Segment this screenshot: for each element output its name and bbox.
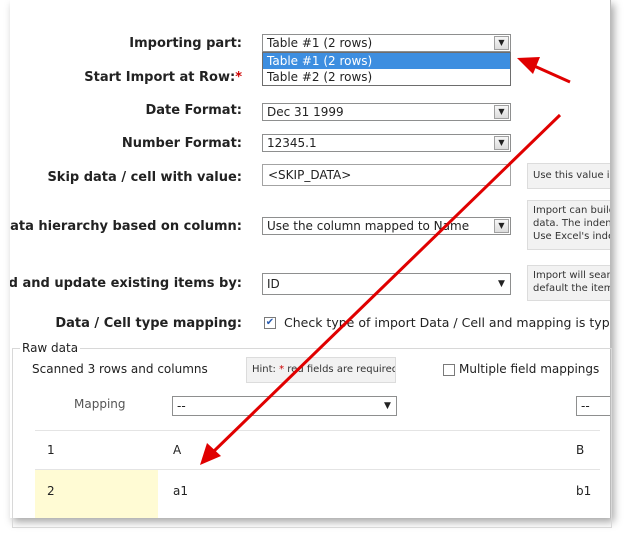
chevron-down-icon[interactable]: ▼ xyxy=(494,36,509,50)
chevron-down-icon[interactable]: ▼ xyxy=(494,105,509,119)
mapping-select-a[interactable]: -- ▼ xyxy=(172,396,397,416)
importing-part-label: Importing part: xyxy=(129,36,242,51)
chevron-down-icon[interactable]: ▼ xyxy=(380,400,395,414)
chevron-down-icon[interactable]: ▼ xyxy=(494,219,509,233)
required-hint: Hint: * red fields are required xyxy=(246,357,396,383)
date-format-select[interactable]: Dec 31 1999 ▼ xyxy=(262,103,511,121)
skip-data-hint: Use this value i xyxy=(527,163,610,189)
cell-b: b1 xyxy=(576,484,592,498)
start-row-label: Start Import at Row:* xyxy=(84,70,242,85)
cell-a: A xyxy=(173,443,182,457)
date-format-value: Dec 31 1999 xyxy=(267,105,344,119)
hierarchy-hint: Import can build data. The indent Use Ex… xyxy=(527,200,610,250)
type-mapping-text: Check type of import Data / Cell and map… xyxy=(284,315,611,330)
importing-part-value: Table #1 (2 rows) xyxy=(267,36,373,50)
hierarchy-select[interactable]: Use the column mapped to Name ▼ xyxy=(262,217,511,235)
dropdown-option-table-2[interactable]: Table #2 (2 rows) xyxy=(263,69,510,85)
number-format-label: Number Format: xyxy=(121,136,242,151)
dropdown-option-table-1[interactable]: Table #1 (2 rows) xyxy=(263,53,510,69)
cell-a: a1 xyxy=(173,484,188,498)
row-number: 1 xyxy=(47,443,55,457)
mapping-select-b-value: -- xyxy=(581,399,590,413)
chevron-down-icon[interactable]: ▼ xyxy=(494,136,509,150)
find-update-hint: Import will searc default the items xyxy=(527,265,610,301)
multiple-mappings-label: Multiple field mappings xyxy=(459,362,600,376)
number-format-value: 12345.1 xyxy=(267,136,317,150)
hierarchy-label: Data hierarchy based on column: xyxy=(10,219,242,234)
find-update-select[interactable]: ID ▼ xyxy=(262,273,511,295)
skip-data-input[interactable]: <SKIP_DATA> xyxy=(262,164,511,186)
skip-data-label: Skip data / cell with value: xyxy=(47,170,242,185)
raw-data-legend: Raw data xyxy=(20,341,81,355)
type-mapping-checkbox[interactable]: ✔ xyxy=(264,317,276,329)
find-update-value: ID xyxy=(267,277,280,291)
multiple-mappings-checkbox[interactable] xyxy=(443,364,455,376)
scanned-text: Scanned 3 rows and columns xyxy=(32,362,208,376)
date-format-label: Date Format: xyxy=(145,103,242,118)
chevron-down-icon[interactable]: ▼ xyxy=(494,278,509,292)
hierarchy-value: Use the column mapped to Name xyxy=(267,219,470,233)
required-star: * xyxy=(235,70,242,85)
type-mapping-label: Data / Cell type mapping: xyxy=(55,316,242,331)
find-update-label: Find and update existing items by: xyxy=(10,276,242,291)
number-format-select[interactable]: 12345.1 ▼ xyxy=(262,134,511,152)
row-separator xyxy=(35,430,600,431)
mapping-select-b[interactable]: -- xyxy=(576,396,610,416)
importing-part-dropdown-list[interactable]: Table #1 (2 rows) Table #2 (2 rows) xyxy=(262,52,511,86)
row-number: 2 xyxy=(47,484,55,498)
cell-b: B xyxy=(576,443,585,457)
importing-part-select[interactable]: Table #1 (2 rows) ▼ xyxy=(262,34,511,52)
mapping-label: Mapping xyxy=(74,397,126,411)
mapping-select-a-value: -- xyxy=(177,399,186,413)
